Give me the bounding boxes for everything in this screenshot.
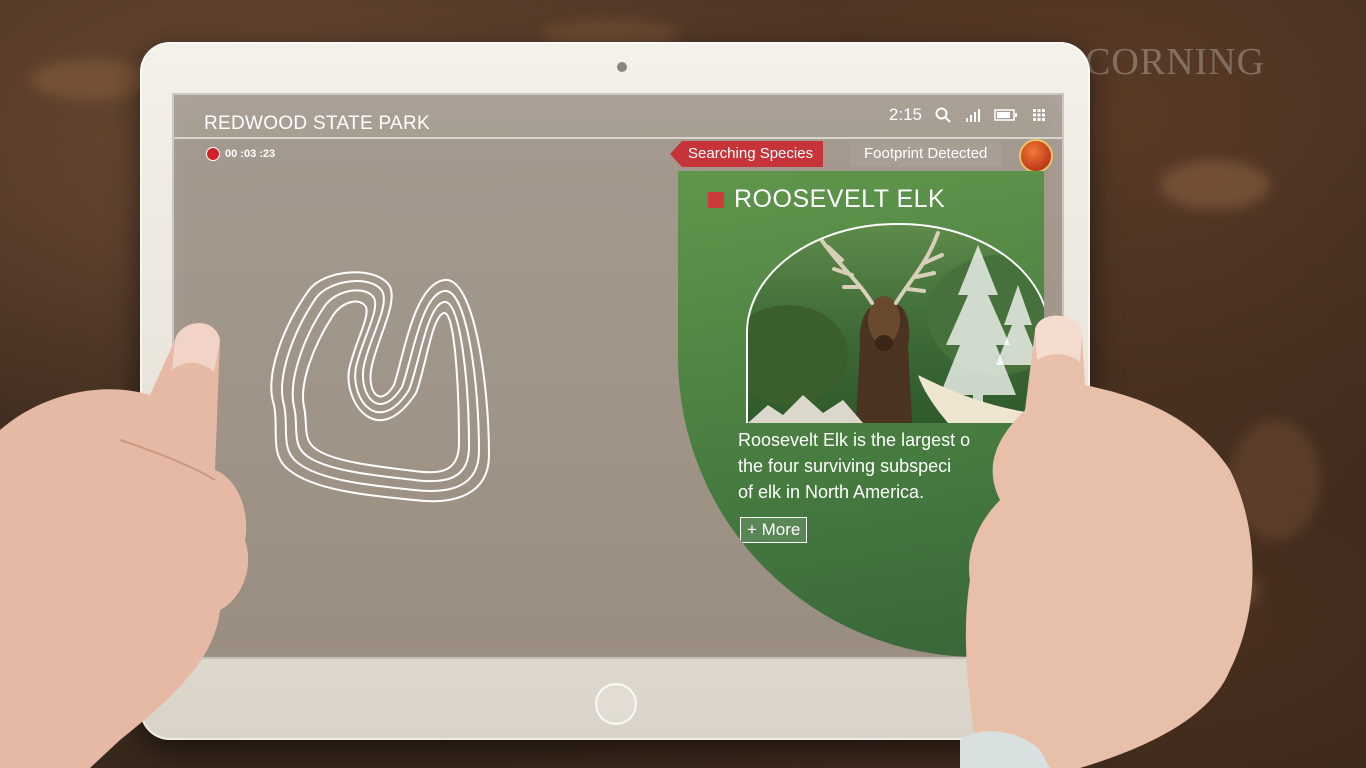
park-title: REDWOOD STATE PARK	[204, 113, 431, 134]
search-icon[interactable]	[934, 106, 952, 124]
topographic-map[interactable]	[254, 265, 494, 505]
status-icons: 2:15	[889, 105, 1048, 125]
detection-orb-icon[interactable]	[1019, 139, 1053, 173]
left-hand	[0, 323, 249, 768]
clock: 2:15	[888, 105, 922, 124]
grid-menu-icon[interactable]	[1030, 106, 1048, 124]
home-button[interactable]	[595, 683, 637, 725]
front-camera	[617, 62, 627, 72]
species-header: ROOSEVELT ELK	[708, 185, 945, 214]
recording-indicator: 00 :03 :23	[206, 147, 275, 161]
more-button[interactable]: + More	[740, 517, 808, 543]
record-dot-icon	[206, 147, 220, 161]
transparent-screen: REDWOOD STATE PARK 2:15 00 :03 :23 Searc…	[172, 93, 1064, 659]
corning-watermark: CORNING	[1085, 41, 1266, 83]
recording-timer: 00 :03 :23	[225, 148, 276, 160]
background-leaf	[1160, 160, 1270, 210]
battery-icon	[994, 106, 1018, 124]
footprint-detected-label: Footprint Detected	[850, 141, 1002, 167]
species-marker-icon	[708, 191, 724, 208]
right-hand	[960, 315, 1253, 768]
searching-species-pill[interactable]: Searching Species	[670, 141, 824, 167]
species-name: ROOSEVELT ELK	[734, 185, 946, 213]
signal-icon	[964, 106, 982, 124]
status-bar: REDWOOD STATE PARK 2:15	[174, 95, 1062, 139]
background-leaf	[30, 60, 150, 100]
